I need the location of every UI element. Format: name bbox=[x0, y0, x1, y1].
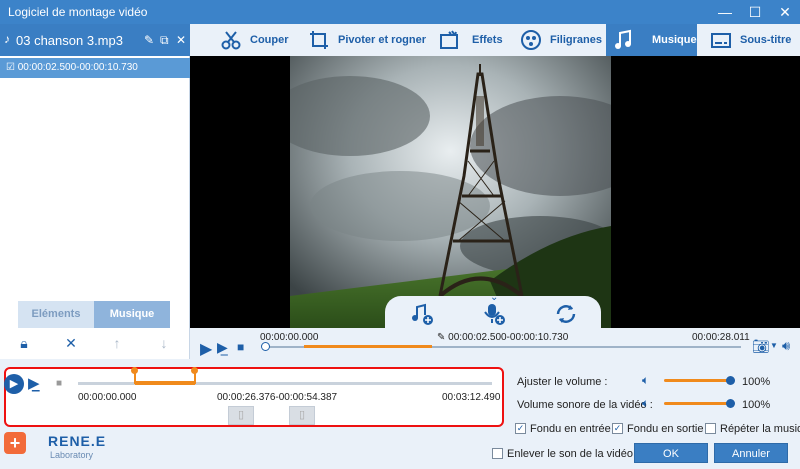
file-name: 03 chanson 3.mp3 bbox=[16, 33, 123, 48]
audio-stop-icon[interactable]: ■ bbox=[56, 378, 62, 389]
fade-in-checkbox[interactable]: ✓ bbox=[515, 423, 526, 434]
subtitle-icon bbox=[711, 33, 731, 48]
chevron-down-icon[interactable]: ▼ bbox=[770, 341, 778, 350]
play-segment-icon[interactable]: ▶̲ bbox=[217, 339, 228, 356]
ok-button[interactable]: OK bbox=[634, 443, 708, 463]
fade-in-label: Fondu en entrée bbox=[530, 423, 611, 435]
segment-item[interactable]: ☑ 00:00:02.500-00:00:10.730 bbox=[0, 58, 190, 78]
list-tools: 🔒︎ ✕ ↑ ↓ bbox=[0, 329, 190, 359]
crop-icon bbox=[310, 31, 328, 49]
lock-icon[interactable]: 🔒︎ bbox=[14, 335, 34, 352]
scissors-icon bbox=[221, 31, 241, 50]
minimize-button[interactable]: — bbox=[710, 0, 740, 24]
copy-icon[interactable]: ⧉ bbox=[160, 33, 169, 48]
title-bar: Logiciel de montage vidéo — ☐ ✕ bbox=[0, 0, 800, 24]
tab-subtitles[interactable]: Sous-titre bbox=[704, 24, 800, 56]
video-frame bbox=[290, 56, 611, 328]
fade-out-label: Fondu en sortie bbox=[627, 423, 704, 435]
tab-watermarks[interactable]: Filigranes bbox=[514, 24, 604, 56]
music-actions: ⌄ bbox=[385, 292, 601, 329]
camera-icon[interactable]: 📷︎ bbox=[752, 338, 770, 355]
music-label: Musique bbox=[652, 34, 697, 46]
audio-timeline-box: ▶ ▶̲ ■ 00:00:00.000 00:00:26.376-00:00:5… bbox=[4, 367, 504, 427]
video-volume-slider-knob[interactable] bbox=[725, 399, 735, 408]
fade-out-checkbox[interactable]: ✓ bbox=[612, 423, 623, 434]
logo-cross-icon: + bbox=[4, 432, 26, 454]
audio-start-handle-dot[interactable] bbox=[131, 367, 139, 374]
preview-selection-time: ✎ 00:00:02.500-00:00:10.730 bbox=[437, 332, 569, 343]
refresh-icon[interactable] bbox=[553, 302, 579, 326]
move-down-icon[interactable]: ↓ bbox=[154, 335, 174, 351]
music-note-icon: ♪ bbox=[4, 32, 10, 46]
audio-play-button[interactable]: ▶ bbox=[4, 374, 24, 394]
volume-slider-knob[interactable] bbox=[725, 376, 735, 385]
add-music-icon[interactable] bbox=[409, 302, 435, 326]
preview-start-time: 00:00:00.000 bbox=[260, 332, 319, 343]
close-button[interactable]: ✕ bbox=[770, 0, 800, 24]
video-volume-value: 100% bbox=[742, 399, 771, 411]
preview-track[interactable] bbox=[265, 345, 741, 348]
remove-icon[interactable]: ✕ bbox=[176, 33, 186, 47]
cancel-button[interactable]: Annuler bbox=[714, 443, 788, 463]
effects-label: Effets bbox=[472, 34, 503, 46]
tab-effects[interactable]: Effets bbox=[432, 24, 512, 56]
rotate-label: Pivoter et rogner bbox=[338, 34, 427, 46]
file-item[interactable]: ♪ 03 chanson 3.mp3 ✎ ⧉ ✕ bbox=[0, 24, 190, 56]
maximize-button[interactable]: ☐ bbox=[740, 0, 770, 24]
cut-label: Couper bbox=[250, 34, 289, 46]
video-volume-label: Volume sonore de la vidéo : bbox=[517, 399, 653, 411]
repeat-checkbox[interactable] bbox=[705, 423, 716, 434]
audio-selection-time: 00:00:26.376-00:00:54.387 bbox=[217, 392, 338, 403]
chevron-down-icon[interactable]: ⌄ bbox=[490, 292, 498, 303]
preview-selection-bar bbox=[304, 345, 432, 348]
music-note-icon bbox=[615, 29, 631, 49]
set-start-button[interactable]: ▯ bbox=[228, 406, 254, 425]
edit-icon[interactable]: ✎ bbox=[144, 33, 154, 47]
volume-icon: 🔈︎ bbox=[642, 373, 650, 387]
watermarks-label: Filigranes bbox=[550, 34, 602, 46]
audio-end-time: 00:03:12.490 bbox=[442, 392, 501, 403]
preview-end-time: 00:00:28.011 bbox=[692, 332, 750, 343]
left-tabs: Eléments Musique bbox=[18, 301, 170, 328]
tab-music[interactable]: Musique bbox=[94, 301, 170, 328]
volume-label: Ajuster le volume : bbox=[517, 376, 608, 388]
remove-sound-label: Enlever le son de la vidéo bbox=[507, 448, 633, 460]
remove-sound-checkbox[interactable] bbox=[492, 448, 503, 459]
subtitles-label: Sous-titre bbox=[740, 34, 792, 46]
speaker-icon[interactable]: 🔊︎ bbox=[782, 338, 790, 354]
preview-playhead[interactable] bbox=[261, 342, 270, 351]
set-end-button[interactable]: ▯ bbox=[289, 406, 315, 425]
tab-rotate-crop[interactable]: Pivoter et rogner bbox=[302, 24, 427, 56]
play-icon[interactable]: ▶ bbox=[200, 339, 212, 359]
eiffel-tower-image bbox=[290, 56, 611, 328]
audio-selection-bar bbox=[134, 381, 195, 385]
preview-timeline: 00:00:00.000 ✎ 00:00:02.500-00:00:10.730… bbox=[190, 329, 800, 361]
edit-toolbar: Couper Pivoter et rogner Effets Filigran… bbox=[190, 24, 800, 56]
move-up-icon[interactable]: ↑ bbox=[107, 335, 127, 351]
audio-end-handle-dot[interactable] bbox=[191, 367, 199, 374]
audio-start-time: 00:00:00.000 bbox=[78, 392, 137, 403]
segment-range: ☑ 00:00:02.500-00:00:10.730 bbox=[6, 62, 138, 73]
video-volume-icon: 🔈︎ bbox=[642, 396, 650, 410]
audio-play-segment-icon[interactable]: ▶̲ bbox=[28, 374, 40, 392]
video-volume-slider[interactable] bbox=[664, 402, 730, 405]
logo-sub: Laboratory bbox=[50, 450, 94, 460]
volume-slider[interactable] bbox=[664, 379, 730, 382]
repeat-label: Répéter la musique bbox=[720, 423, 800, 435]
record-voice-icon[interactable] bbox=[481, 302, 507, 326]
delete-icon[interactable]: ✕ bbox=[61, 335, 81, 352]
watermark-icon bbox=[521, 30, 541, 50]
tab-music-active[interactable]: Musique bbox=[606, 24, 697, 56]
tab-cut[interactable]: Couper bbox=[214, 24, 310, 56]
tab-elements[interactable]: Eléments bbox=[18, 301, 94, 328]
volume-value: 100% bbox=[742, 376, 771, 388]
effects-icon bbox=[440, 30, 458, 49]
logo-name: RENE.E bbox=[48, 433, 107, 449]
file-list-panel: ♪ 03 chanson 3.mp3 ✎ ⧉ ✕ ☑ 00:00:02.500-… bbox=[0, 24, 190, 329]
window-title: Logiciel de montage vidéo bbox=[8, 5, 148, 19]
stop-icon[interactable]: ■ bbox=[237, 340, 244, 354]
